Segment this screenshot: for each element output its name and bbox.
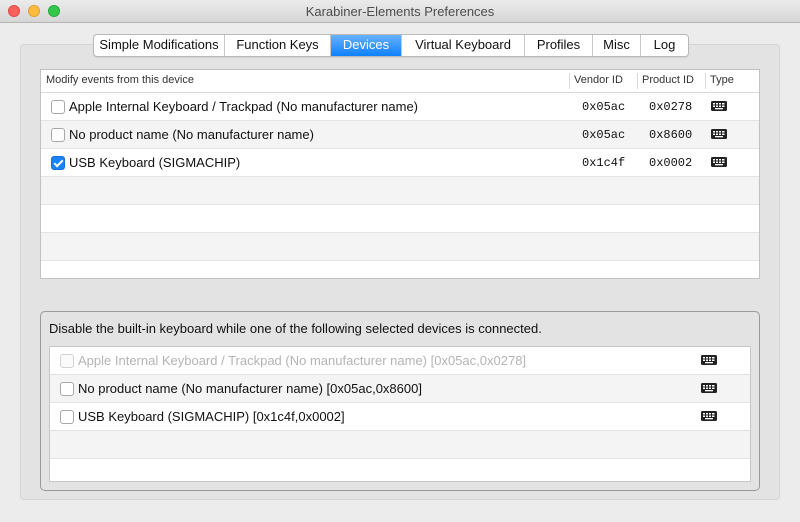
tab-virtual-keyboard[interactable]: Virtual Keyboard [402, 35, 525, 56]
tab-profiles[interactable]: Profiles [525, 35, 593, 56]
list-item[interactable]: No product name (No manufacturer name) [… [50, 375, 750, 403]
keyboard-icon [711, 157, 727, 167]
empty-row [41, 261, 759, 278]
title-bar[interactable]: Karabiner-Elements Preferences [0, 0, 800, 23]
keyboard-icon [701, 355, 717, 365]
product-id: 0x8600 [649, 128, 693, 142]
device-name: USB Keyboard (SIGMACHIP) [69, 155, 241, 170]
vendor-id: 0x1c4f [582, 156, 626, 170]
tab-bar: Simple Modifications Function Keys Devic… [93, 34, 689, 57]
empty-row [41, 177, 759, 205]
product-id: 0x0002 [649, 156, 693, 170]
vendor-id: 0x05ac [582, 128, 626, 142]
disable-builtin-keyboard-group: Disable the built-in keyboard while one … [40, 311, 760, 491]
product-id: 0x0278 [649, 100, 693, 114]
devices-table[interactable]: Modify events from this device Vendor ID… [40, 69, 760, 279]
table-header: Modify events from this device Vendor ID… [41, 70, 759, 93]
table-row[interactable]: No product name (No manufacturer name) 0… [41, 121, 759, 149]
table-row[interactable]: USB Keyboard (SIGMACHIP) 0x1c4f 0x0002 [41, 149, 759, 177]
tab-function-keys[interactable]: Function Keys [225, 35, 331, 56]
device-name: Apple Internal Keyboard / Trackpad (No m… [78, 353, 527, 368]
keyboard-icon [701, 383, 717, 393]
column-header-device[interactable]: Modify events from this device [41, 70, 569, 92]
column-header-type[interactable]: Type [705, 70, 759, 92]
device-name: Apple Internal Keyboard / Trackpad (No m… [69, 99, 419, 114]
disable-builtin-checkbox [60, 354, 74, 368]
list-item[interactable]: USB Keyboard (SIGMACHIP) [0x1c4f,0x0002] [50, 403, 750, 431]
column-header-product-id[interactable]: Product ID [637, 70, 705, 92]
keyboard-icon [711, 129, 727, 139]
disable-builtin-checkbox[interactable] [60, 382, 74, 396]
device-checkbox[interactable] [51, 100, 65, 114]
empty-row [41, 205, 759, 233]
empty-row [50, 459, 750, 481]
vendor-id: 0x05ac [582, 100, 626, 114]
tab-log[interactable]: Log [641, 35, 688, 56]
tab-devices[interactable]: Devices [331, 35, 402, 56]
device-name: No product name (No manufacturer name) [69, 127, 314, 142]
disable-builtin-checkbox[interactable] [60, 410, 74, 424]
keyboard-icon [701, 411, 717, 421]
tab-simple-modifications[interactable]: Simple Modifications [94, 35, 225, 56]
window-title: Karabiner-Elements Preferences [305, 4, 495, 19]
disable-builtin-device-list[interactable]: Apple Internal Keyboard / Trackpad (No m… [49, 346, 751, 482]
column-header-vendor-id[interactable]: Vendor ID [569, 70, 637, 92]
empty-row [50, 431, 750, 459]
device-name: No product name (No manufacturer name) [… [78, 381, 422, 396]
table-row[interactable]: Apple Internal Keyboard / Trackpad (No m… [41, 93, 759, 121]
list-item: Apple Internal Keyboard / Trackpad (No m… [50, 347, 750, 375]
disable-builtin-label: Disable the built-in keyboard while one … [49, 321, 542, 336]
device-checkbox[interactable] [51, 156, 65, 170]
empty-row [41, 233, 759, 261]
keyboard-icon [711, 101, 727, 111]
tab-misc[interactable]: Misc [593, 35, 641, 56]
device-checkbox[interactable] [51, 128, 65, 142]
preferences-window: Karabiner-Elements Preferences Simple Mo… [0, 0, 800, 522]
device-name: USB Keyboard (SIGMACHIP) [0x1c4f,0x0002] [78, 409, 345, 424]
